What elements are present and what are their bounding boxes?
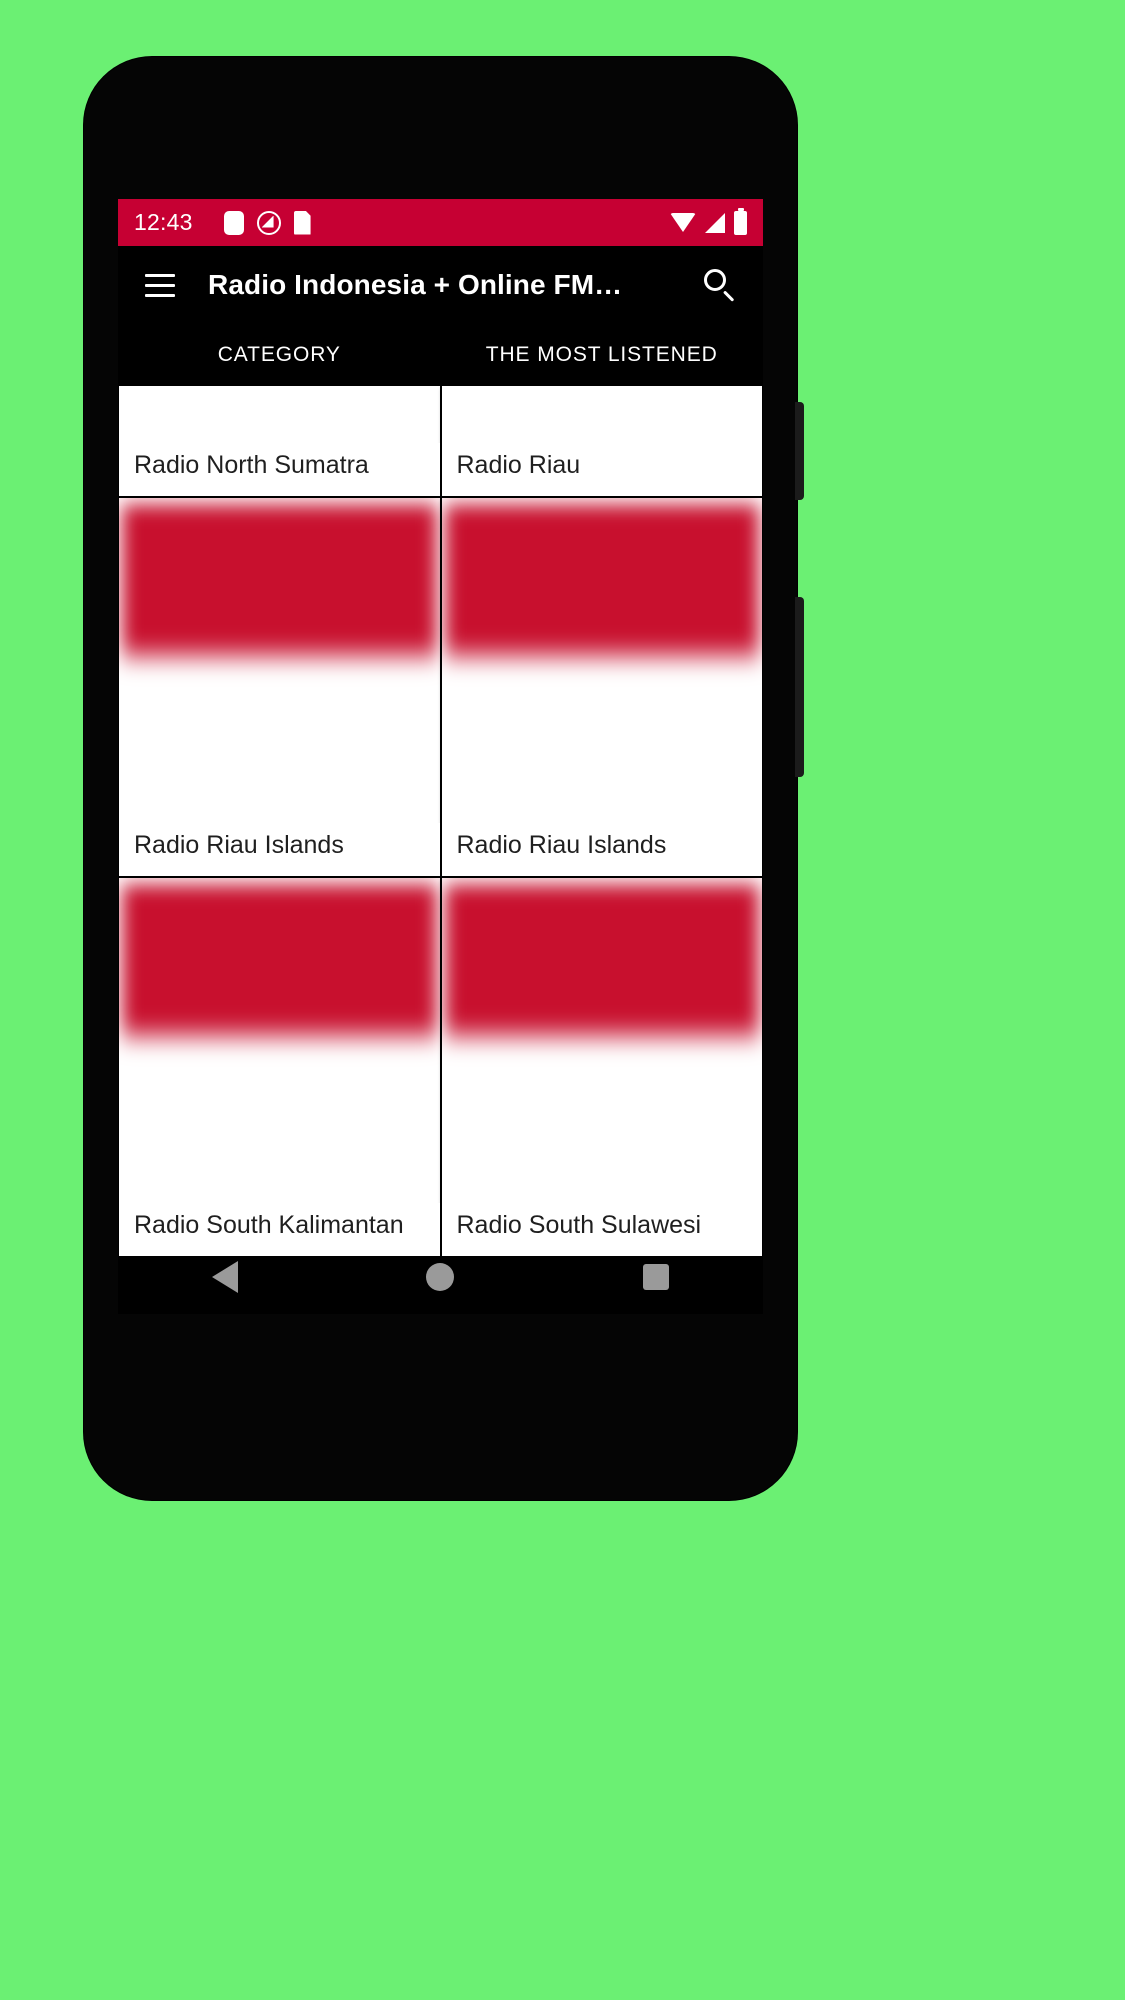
tab-category[interactable]: CATEGORY: [118, 324, 441, 386]
battery-icon: [734, 207, 747, 235]
status-bar-clock: 12:43: [134, 209, 193, 235]
station-card[interactable]: Radio South Kalimantan: [119, 878, 440, 1256]
device-volume-button[interactable]: [795, 402, 804, 500]
station-card-label: Radio Riau Islands: [441, 823, 762, 876]
status-bar-right-group: [670, 207, 747, 235]
recents-square-icon[interactable]: [642, 1264, 669, 1290]
home-circle-icon[interactable]: [426, 1263, 455, 1291]
tab-bar: CATEGORY THE MOST LISTENED: [118, 324, 763, 386]
sd-card-icon: [293, 210, 311, 235]
station-flag-image: [441, 498, 762, 823]
station-card[interactable]: Radio Riau Islands: [119, 498, 440, 876]
station-flag-image: [119, 878, 440, 1203]
phone-device-frame: 12:43 Radio Indonesia + Online FM… CATEG…: [84, 57, 804, 1500]
status-bar: 12:43: [118, 199, 763, 246]
station-card[interactable]: Radio South Sulawesi: [441, 878, 762, 1256]
search-icon[interactable]: [695, 261, 743, 309]
station-card-label: Radio Riau Islands: [119, 823, 440, 876]
back-triangle-icon[interactable]: [212, 1261, 239, 1293]
no-sound-icon: [256, 210, 281, 235]
station-card-label: Radio North Sumatra: [119, 443, 440, 496]
screenshot-icon: [223, 210, 244, 235]
station-card-label: Radio Riau: [441, 443, 762, 496]
station-flag-image: [441, 878, 762, 1203]
cellular-signal-icon: [705, 212, 725, 233]
station-card[interactable]: Radio Riau: [441, 386, 762, 496]
station-card[interactable]: Radio Riau Islands: [441, 498, 762, 876]
app-bar: Radio Indonesia + Online FM…: [118, 246, 763, 324]
station-card-label: Radio South Sulawesi: [441, 1203, 762, 1256]
station-flag-image: [119, 498, 440, 823]
hamburger-menu-icon[interactable]: [134, 259, 186, 311]
station-grid: Radio North Sumatra Radio Riau Radio Ria…: [118, 386, 763, 1256]
station-card-label: Radio South Kalimantan: [119, 1203, 440, 1256]
station-card[interactable]: Radio North Sumatra: [119, 386, 440, 496]
tab-the-most-listened[interactable]: THE MOST LISTENED: [441, 324, 764, 386]
device-power-button[interactable]: [795, 597, 804, 777]
phone-screen: 12:43 Radio Indonesia + Online FM… CATEG…: [118, 199, 763, 1314]
page-title: Radio Indonesia + Online FM…: [208, 269, 623, 300]
wifi-icon: [670, 213, 696, 232]
status-bar-left-group: 12:43: [134, 209, 670, 236]
